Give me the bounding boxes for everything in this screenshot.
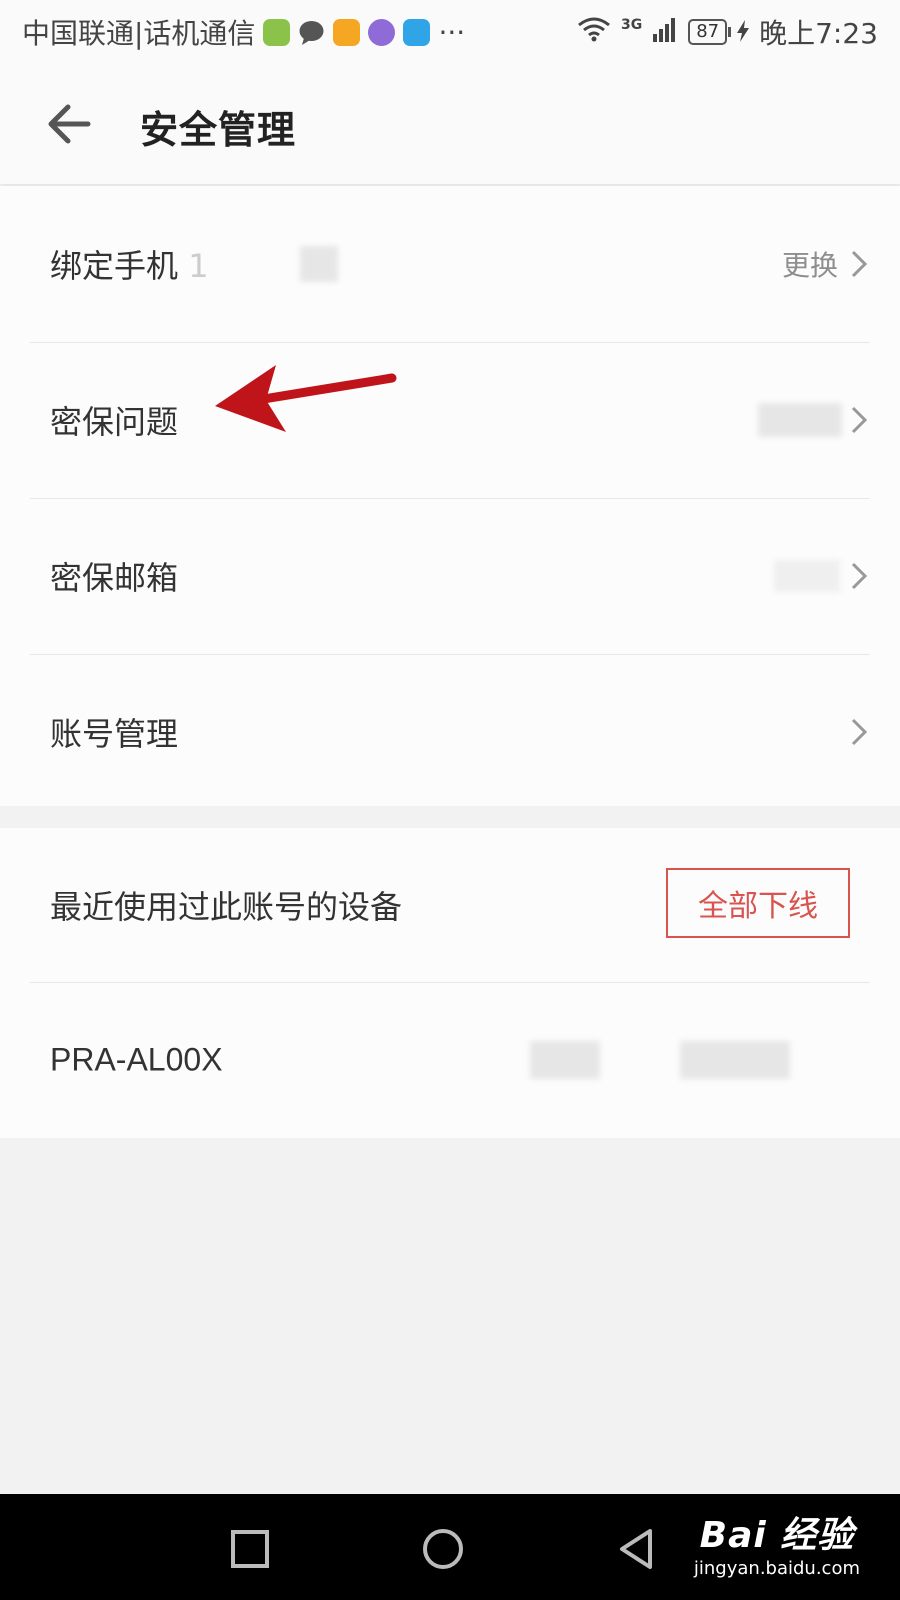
security-settings-card: 绑定手机 1 更换 密保问题 密保邮箱 账号管理	[0, 186, 900, 806]
watermark-url: jingyan.baidu.com	[693, 1558, 860, 1579]
network-type-label: 3G	[620, 17, 643, 33]
status-bar: 中国联通|话机通信 ··· 3G 87 晚上7:23	[0, 0, 900, 64]
masked-device-time	[680, 1041, 790, 1079]
signal-icon	[652, 16, 678, 49]
recent-apps-icon[interactable]	[225, 1524, 275, 1574]
chevron-right-icon	[851, 562, 868, 590]
gift-app-icon	[333, 18, 361, 46]
row-account-management[interactable]: 账号管理	[30, 654, 870, 810]
clock-app-icon	[368, 18, 396, 46]
row-bound-phone[interactable]: 绑定手机 1 更换	[30, 186, 870, 343]
system-nav-bar: Bai 经验 jingyan.baidu.com	[0, 1494, 900, 1600]
more-notifications-icon: ···	[438, 15, 466, 49]
carrier-label: 中国联通|话机通信	[22, 17, 256, 50]
device-name: PRA-AL00X	[50, 1041, 223, 1078]
row-security-email[interactable]: 密保邮箱	[30, 498, 870, 655]
row-security-question[interactable]: 密保问题	[30, 342, 870, 499]
message-icon	[298, 19, 325, 46]
masked-email	[774, 560, 840, 592]
page-title: 安全管理	[140, 108, 297, 152]
devices-card: 最近使用过此账号的设备 全部下线 PRA-AL00X	[0, 828, 900, 1138]
battery-indicator: 87	[688, 19, 732, 45]
masked-device-info	[530, 1041, 600, 1079]
row-label-security-question: 密保问题	[50, 403, 179, 441]
change-phone-link[interactable]: 更换	[782, 244, 838, 284]
row-label-account-management: 账号管理	[50, 715, 179, 753]
notification-icons: ···	[263, 16, 465, 49]
home-icon[interactable]	[418, 1524, 468, 1574]
app-bar: 安全管理	[0, 64, 900, 184]
logout-all-button[interactable]: 全部下线	[666, 868, 850, 938]
shield-app-icon	[403, 18, 431, 46]
leaf-app-icon	[263, 18, 291, 46]
back-button[interactable]	[40, 94, 100, 154]
masked-status	[758, 403, 842, 437]
chevron-right-icon	[851, 250, 868, 278]
device-row[interactable]: PRA-AL00X	[30, 982, 870, 1138]
phone-number-partial: 1	[188, 247, 209, 285]
chevron-right-icon	[851, 718, 868, 746]
row-label-security-email: 密保邮箱	[50, 559, 179, 597]
time-label: 晚上7:23	[759, 17, 878, 50]
masked-phone-number	[300, 246, 338, 282]
wifi-icon	[577, 16, 611, 49]
devices-title: 最近使用过此账号的设备	[50, 888, 403, 926]
annotation-arrow-icon	[215, 365, 397, 432]
baidu-jingyan-watermark: Bai 经验 jingyan.baidu.com	[694, 1506, 860, 1579]
chevron-right-icon	[851, 406, 868, 434]
back-nav-icon[interactable]	[612, 1524, 662, 1574]
row-label-bound-phone: 绑定手机 1	[50, 247, 209, 285]
charging-icon	[737, 16, 750, 49]
watermark-brand: Bai 经验	[699, 1515, 855, 1556]
arrow-left-icon	[48, 104, 91, 144]
